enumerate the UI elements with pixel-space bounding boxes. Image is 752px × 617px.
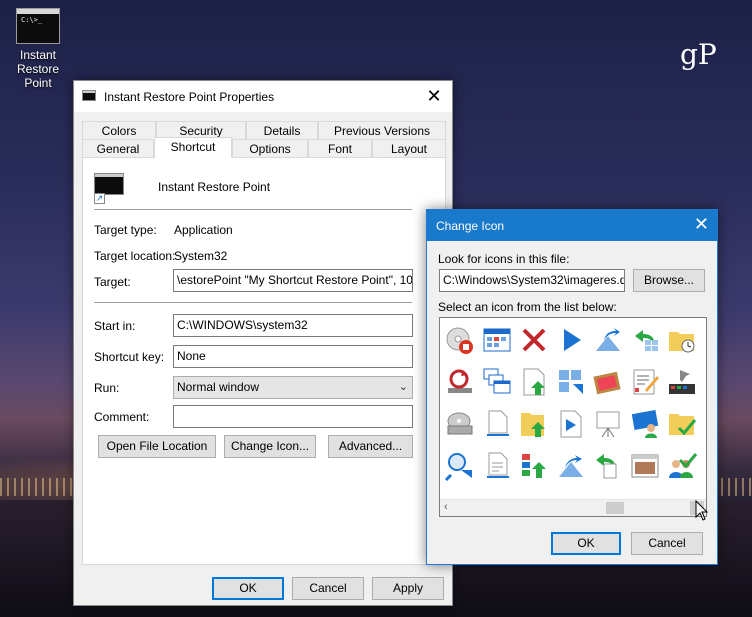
target-location-value: System32 — [174, 249, 228, 263]
scrollbar-thumb[interactable] — [606, 502, 624, 514]
desktop-shortcut[interactable]: C:\>_ Instant Restore Point — [2, 8, 74, 90]
run-label: Run: — [94, 381, 120, 395]
shortcut-cmd-icon: ↗ — [94, 173, 124, 204]
comment-input[interactable] — [173, 405, 413, 428]
list-up-icon[interactable] — [518, 450, 550, 482]
target-location-label: Target location: — [94, 249, 176, 263]
tab-general[interactable]: General — [82, 139, 154, 158]
horizontal-scrollbar[interactable]: ‹ › — [440, 499, 706, 516]
cmd-icon — [82, 90, 96, 101]
divider — [94, 302, 412, 303]
user-monitor-icon[interactable] — [629, 408, 661, 440]
target-label: Target: — [94, 275, 131, 289]
share-doc-icon[interactable] — [555, 450, 587, 482]
divider — [94, 209, 412, 210]
folder-up-icon[interactable] — [518, 408, 550, 440]
scroll-left-icon[interactable]: ‹ — [444, 501, 448, 513]
doc-up-arrow-icon[interactable] — [518, 366, 550, 398]
properties-titlebar: Instant Restore Point Properties ✕ — [74, 81, 452, 112]
share-arrow-icon[interactable] — [592, 324, 624, 356]
disc-stop-icon[interactable] — [444, 324, 476, 356]
partial-icon[interactable] — [703, 366, 706, 398]
properties-dialog: Instant Restore Point Properties ✕ Color… — [73, 80, 453, 606]
pin-grid-icon[interactable] — [666, 366, 698, 398]
ok-button[interactable]: OK — [212, 577, 284, 600]
users-check-icon[interactable] — [666, 450, 698, 482]
shortcut-key-input[interactable]: None — [173, 345, 413, 368]
ok-button[interactable]: OK — [551, 532, 621, 555]
text-doc-icon[interactable] — [481, 450, 513, 482]
picture-frame-icon[interactable] — [592, 366, 624, 398]
apply-button[interactable]: Apply — [372, 577, 444, 600]
shortcut-name: Instant Restore Point — [158, 180, 271, 194]
tab-details[interactable]: Details — [246, 121, 318, 140]
undo-doc-icon[interactable] — [592, 450, 624, 482]
tab-colors[interactable]: Colors — [82, 121, 156, 140]
chevron-down-icon: ⌄ — [398, 381, 408, 393]
drive-icon[interactable] — [444, 408, 476, 440]
start-in-input[interactable]: C:\WINDOWS\system32 — [173, 314, 413, 337]
watermark-logo: gP — [680, 38, 717, 71]
tab-layout[interactable]: Layout — [372, 139, 446, 158]
target-type-label: Target type: — [94, 223, 157, 237]
search-arrow-icon[interactable] — [444, 450, 476, 482]
start-in-label: Start in: — [94, 319, 136, 333]
comment-label: Comment: — [94, 410, 150, 424]
edit-doc-icon[interactable] — [629, 366, 661, 398]
shortcut-key-label: Shortcut key: — [94, 350, 165, 364]
desktop-shortcut-label-1: Instant — [19, 48, 57, 62]
play-doc-icon[interactable] — [555, 408, 587, 440]
run-select[interactable]: Normal window ⌄ — [173, 376, 413, 399]
blank-doc-icon[interactable] — [481, 408, 513, 440]
target-type-value: Application — [174, 223, 233, 237]
run-select-value: Normal window — [177, 380, 260, 394]
change-icon-dialog: Change Icon ✕ Look for icons in this fil… — [426, 209, 718, 565]
windows-stack-icon[interactable] — [481, 366, 513, 398]
red-x-icon[interactable] — [518, 324, 550, 356]
advanced-button[interactable]: Advanced... — [328, 435, 413, 458]
desktop-shortcut-label-2: Restore Point — [16, 62, 60, 90]
dialog-title: Change Icon — [436, 219, 505, 233]
open-file-location-button[interactable]: Open File Location — [98, 435, 216, 458]
select-icon-label: Select an icon from the list below: — [438, 300, 617, 314]
image-window-icon[interactable] — [629, 450, 661, 482]
partial-icon[interactable] — [703, 450, 706, 482]
calendar-grid-icon[interactable] — [481, 324, 513, 356]
close-icon[interactable]: ✕ — [424, 86, 444, 107]
change-icon-titlebar: Change Icon ✕ — [427, 210, 717, 241]
tab-options[interactable]: Options — [232, 139, 308, 158]
tiles-arrow-icon[interactable] — [555, 366, 587, 398]
file-path-input[interactable]: C:\Windows\System32\imageres.dll — [439, 269, 625, 292]
change-icon-button[interactable]: Change Icon... — [224, 435, 316, 458]
dialog-title: Instant Restore Point Properties — [104, 90, 275, 104]
restore-disk-icon[interactable] — [444, 366, 476, 398]
play-arrow-icon[interactable] — [555, 324, 587, 356]
presentation-icon[interactable] — [592, 408, 624, 440]
partial-icon[interactable] — [703, 324, 706, 356]
target-input[interactable]: \estorePoint "My Shortcut Restore Point"… — [173, 269, 413, 292]
undo-arrow-icon[interactable] — [629, 324, 661, 356]
tab-previous-versions[interactable]: Previous Versions — [318, 121, 446, 140]
cancel-button[interactable]: Cancel — [292, 577, 364, 600]
close-icon[interactable]: ✕ — [694, 214, 709, 235]
browse-button[interactable]: Browse... — [633, 269, 705, 292]
cancel-button[interactable]: Cancel — [631, 532, 703, 555]
tab-shortcut[interactable]: Shortcut — [154, 137, 232, 158]
folder-clock-icon[interactable] — [666, 324, 698, 356]
mouse-cursor-icon — [695, 500, 709, 521]
icon-list[interactable]: ‹ › — [439, 317, 707, 517]
folder-check-icon[interactable] — [666, 408, 698, 440]
partial-icon[interactable] — [703, 408, 706, 440]
tab-font[interactable]: Font — [308, 139, 372, 158]
look-for-label: Look for icons in this file: — [438, 252, 570, 266]
cmd-icon: C:\>_ — [16, 8, 60, 44]
